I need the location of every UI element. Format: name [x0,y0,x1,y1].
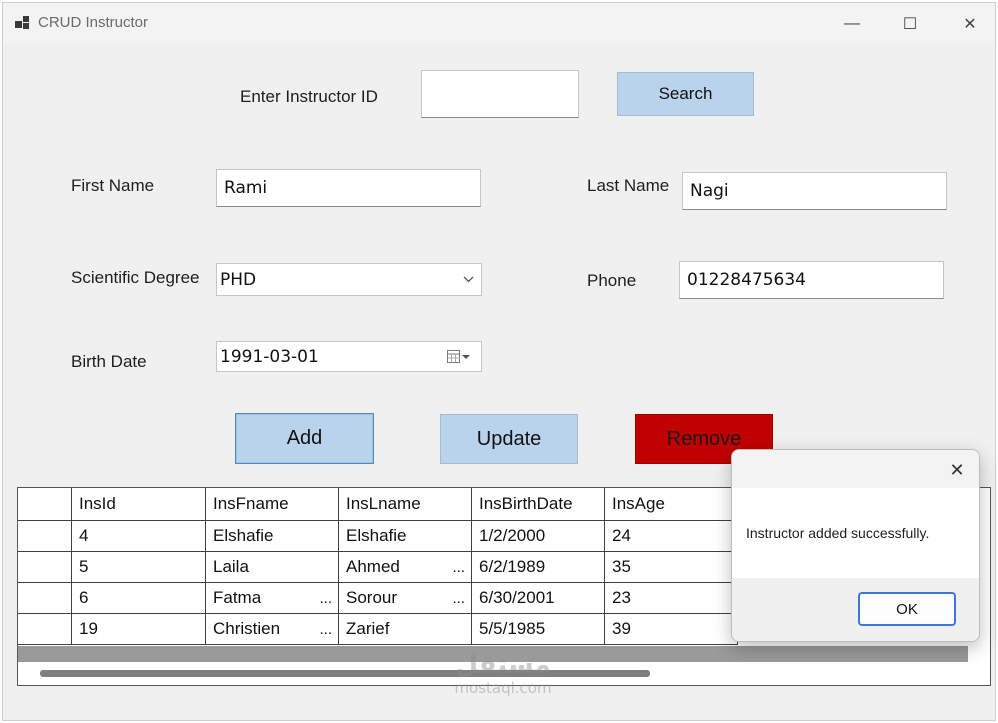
window-title: CRUD Instructor [38,14,149,31]
cell-lname[interactable]: Elshafie [339,521,472,552]
cell-lname[interactable]: Ahmed ... [339,552,472,583]
chevron-down-icon [463,276,474,283]
update-button[interactable]: Update [440,414,578,464]
cell-id[interactable]: 19 [72,614,206,645]
cell-age[interactable]: 35 [605,552,738,583]
title-bar[interactable]: CRUD Instructor — ☐ ✕ [3,3,995,43]
cell-fname[interactable]: Laila [206,552,339,583]
row-header[interactable] [18,614,72,645]
ellipsis: ... [319,621,332,638]
instructor-id-label: Enter Instructor ID [240,87,378,106]
minimize-button[interactable]: — [829,9,875,39]
column-header[interactable]: InsBirthDate [472,488,605,521]
cell-text: Ahmed [346,557,400,576]
degree-label: Scientific Degree [71,268,200,287]
close-button[interactable]: ✕ [947,9,993,39]
column-header[interactable]: InsFname [206,488,339,521]
ellipsis: ... [319,590,332,607]
ellipsis: ... [452,590,465,607]
column-header[interactable]: InsLname [339,488,472,521]
watermark-arabic: مستقل [455,650,551,680]
calendar-dropdown-icon [447,350,470,363]
watermark: مستقل mostaql.com [441,651,565,697]
search-button[interactable]: Search [617,72,754,116]
birth-date-picker[interactable]: 1991-03-01 [216,341,482,372]
cell-birthdate[interactable]: 6/2/1989 [472,552,605,583]
ellipsis: ... [452,559,465,576]
cell-fname[interactable]: Elshafie [206,521,339,552]
row-header[interactable] [18,552,72,583]
dialog-title-bar[interactable] [732,450,979,488]
cell-text: Fatma [213,588,262,607]
cell-birthdate[interactable]: 5/5/1985 [472,614,605,645]
ok-button[interactable]: OK [858,592,956,626]
cell-text: Sorour [346,588,398,607]
cell-fname[interactable]: Fatma ... [206,583,339,614]
message-dialog: ✕ Instructor added successfully. OK [731,449,980,642]
add-button[interactable]: Add [235,413,374,464]
cell-birthdate[interactable]: 6/30/2001 [472,583,605,614]
cell-lname[interactable]: Zarief [339,614,472,645]
first-name-input[interactable]: Rami [216,169,481,207]
cell-lname[interactable]: Sorour ... [339,583,472,614]
phone-label: Phone [587,271,637,290]
instructor-id-input[interactable] [421,70,579,118]
cell-fname[interactable]: Christien ... [206,614,339,645]
dialog-message: Instructor added successfully. [746,525,930,541]
birth-date-value: 1991-03-01 [220,346,319,367]
column-header[interactable]: InsId [72,488,206,521]
last-name-label: Last Name [587,176,670,195]
cell-age[interactable]: 23 [605,583,738,614]
cell-age[interactable]: 24 [605,521,738,552]
column-header[interactable]: InsAge [605,488,738,521]
first-name-label: First Name [71,176,155,195]
cell-id[interactable]: 4 [72,521,206,552]
cell-text: Christien [213,619,281,638]
maximize-button[interactable]: ☐ [887,9,933,39]
cell-age[interactable]: 39 [605,614,738,645]
row-header[interactable] [18,583,72,614]
degree-value: PHD [220,269,257,290]
row-header-corner [18,488,72,521]
phone-input[interactable]: 01228475634 [679,261,944,299]
cell-id[interactable]: 5 [72,552,206,583]
birth-date-label: Birth Date [71,352,147,371]
cell-id[interactable]: 6 [72,583,206,614]
cell-birthdate[interactable]: 1/2/2000 [472,521,605,552]
row-header[interactable] [18,521,72,552]
last-name-input[interactable]: Nagi [682,172,947,210]
dialog-close-icon[interactable]: ✕ [945,458,969,482]
degree-select[interactable]: PHD [216,263,482,296]
watermark-latin: mostaql.com [454,679,552,697]
app-icon [15,16,29,30]
